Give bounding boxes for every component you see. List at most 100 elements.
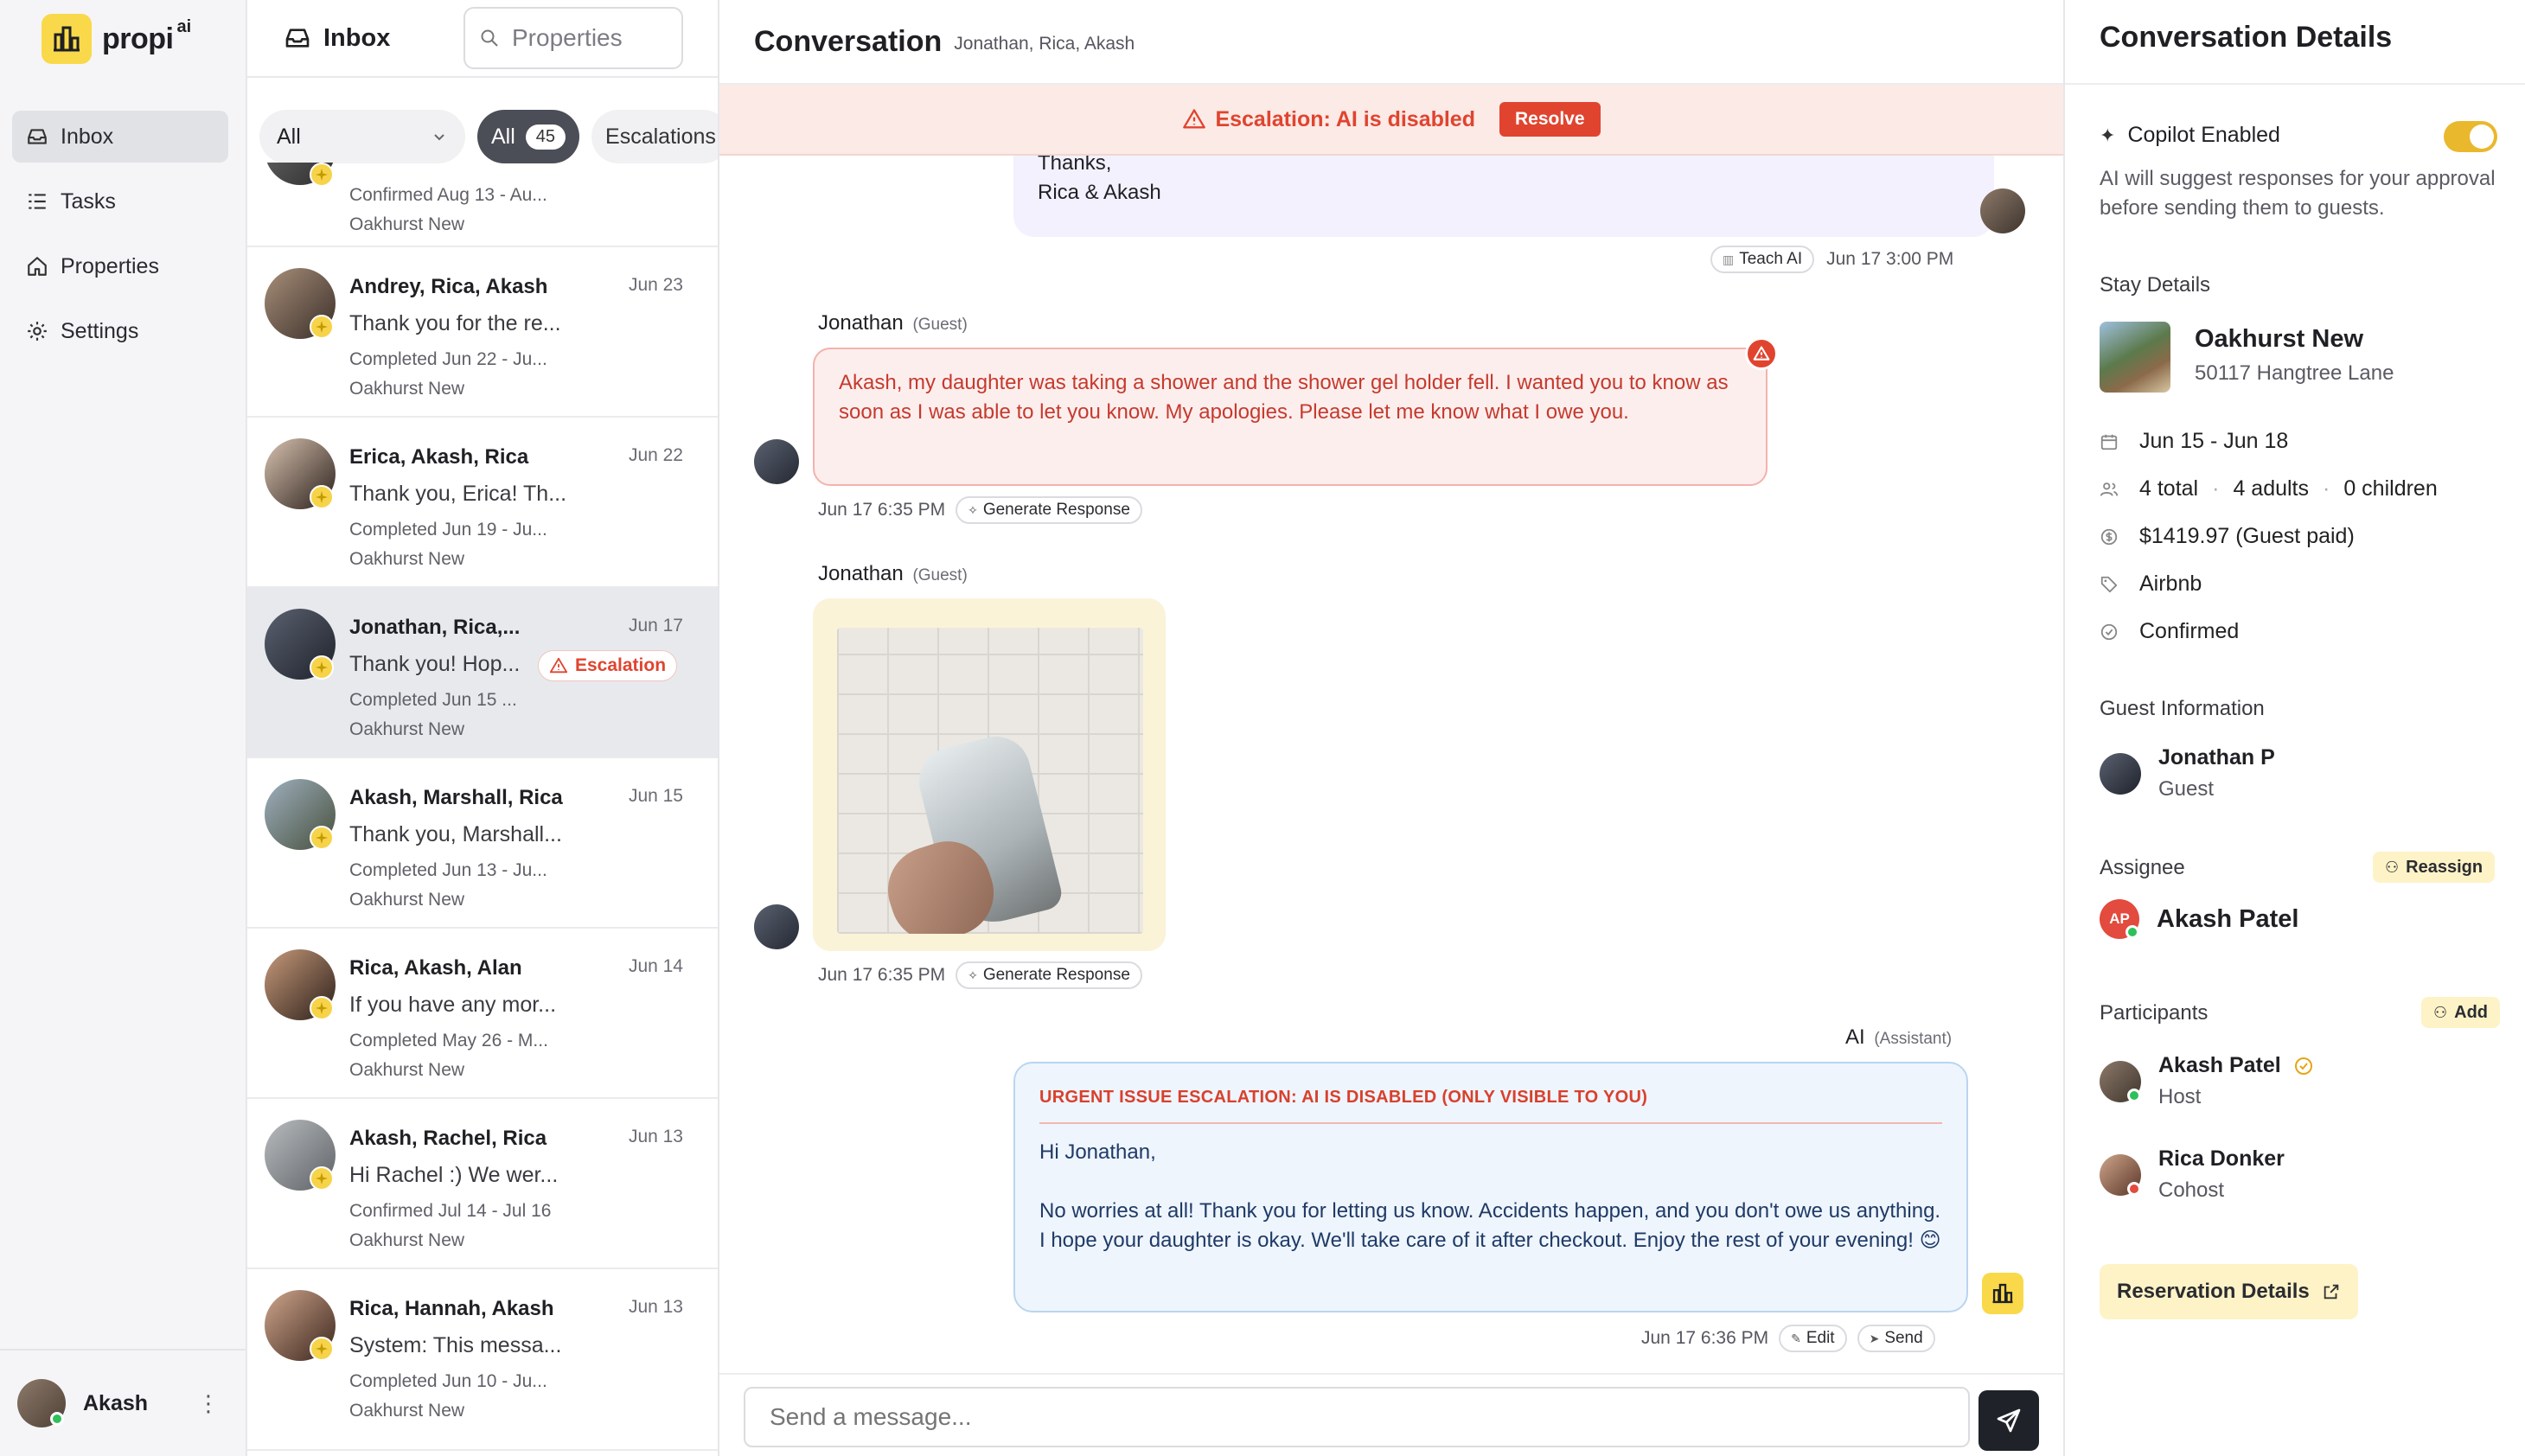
message-meta: Jun 17 6:35 PM ✧ Generate Response: [818, 961, 1142, 989]
filter-chip-escalations[interactable]: Escalations: [591, 110, 718, 163]
send-draft-button[interactable]: ➤ Send: [1857, 1325, 1935, 1352]
guest-children: 0 children: [2343, 476, 2438, 501]
avatar: [1980, 188, 2025, 233]
row-property: Oakhurst New: [349, 1401, 465, 1421]
row-property: Oakhurst New: [349, 214, 465, 234]
section-assignee: Assignee: [2100, 856, 2185, 879]
conversation-row[interactable]: Erica, Akash, Rica Jun 22 Thank you, Eri…: [247, 418, 718, 588]
conversation-participants: Jonathan, Rica, Akash: [954, 34, 1135, 54]
copilot-toggle[interactable]: [2444, 121, 2497, 152]
conversation-row[interactable]: Rica, Hannah, Akash Jun 13 System: This …: [247, 1269, 718, 1451]
ai-greeting: Hi Jonathan,: [1039, 1140, 1156, 1164]
property-search-input[interactable]: Properties: [463, 7, 683, 69]
stay-dates-value: Jun 15 - Jun 18: [2139, 429, 2289, 453]
copilot-badge-icon: [310, 315, 334, 339]
generate-response-button[interactable]: ✧ Generate Response: [956, 496, 1142, 524]
row-snippet: System: This messa...: [349, 1333, 562, 1357]
escalation-notice: URGENT ISSUE ESCALATION: AI IS DISABLED …: [1039, 1082, 1942, 1124]
conversation-list: Inbox Properties All All 45 Escalations …: [247, 0, 719, 1456]
row-stay: Completed Jun 22 - Ju...: [349, 349, 547, 369]
conversation-row[interactable]: Andrey, Rica, Akash Jun 23 Thank you for…: [247, 247, 718, 418]
row-date: Jun 13: [628, 1127, 683, 1146]
sidebar-item-properties[interactable]: Properties: [12, 240, 228, 292]
copilot-badge-icon: [310, 1166, 334, 1191]
row-names: Jonathan, Rica,...: [349, 616, 521, 639]
row-stay: Completed Jun 19 - Ju...: [349, 520, 547, 540]
chevron-down-icon: [434, 134, 444, 141]
conversation-row[interactable]: Akash, Marshall, Rica Jun 15 Thank you, …: [247, 758, 718, 929]
avatar: [754, 439, 799, 484]
reservation-details-button[interactable]: Reservation Details: [2100, 1264, 2358, 1319]
guest-card[interactable]: Jonathan P Guest: [2100, 745, 2275, 801]
avatar: [17, 1379, 66, 1427]
sidebar-item-inbox[interactable]: Inbox: [12, 111, 228, 163]
stay-status: Confirmed: [2100, 619, 2239, 644]
send-button[interactable]: [1978, 1390, 2039, 1451]
ai-avatar-icon: [1982, 1273, 2023, 1314]
filter-chip-all[interactable]: All 45: [477, 110, 580, 163]
message-time: Jun 17 3:00 PM: [1826, 249, 1954, 269]
assignee-name: Akash Patel: [2157, 904, 2299, 933]
conversation-row[interactable]: Rica, Akash, Alan Jun 14 If you have any…: [247, 929, 718, 1099]
sidebar-item-label: Properties: [61, 253, 159, 278]
participant-item[interactable]: Akash Patel Host: [2100, 1053, 2314, 1109]
sidebar-item-label: Inbox: [61, 124, 114, 149]
add-participant-button[interactable]: ⚇ Add: [2421, 997, 2501, 1028]
tag-icon: [2100, 576, 2118, 592]
row-property: Oakhurst New: [349, 719, 465, 739]
logo[interactable]: propi ai: [42, 12, 191, 66]
warning-icon: [1183, 109, 1206, 129]
conversation-row[interactable]: Akash, Rachel, Rica Jun 13 Hi Rachel :) …: [247, 1099, 718, 1269]
online-indicator: [2127, 1088, 2141, 1102]
message-input[interactable]: [744, 1387, 1970, 1447]
property-name: Oakhurst New: [2195, 325, 2363, 353]
copilot-badge-icon: [310, 655, 334, 680]
attachment-image[interactable]: [837, 628, 1143, 934]
assignee-avatar: AP: [2100, 899, 2139, 939]
sender-name: AI: [1845, 1025, 1865, 1049]
teach-ai-button[interactable]: ▥ Teach AI: [1710, 246, 1815, 273]
row-stay: Confirmed Aug 13 - Au...: [349, 185, 547, 205]
conversation-pane: Conversation Jonathan, Rica, Akash Thank…: [719, 0, 2063, 1456]
avatar: [2100, 1153, 2141, 1196]
sparkle-icon: ✧: [968, 502, 978, 517]
sparkle-icon: ✦: [2100, 124, 2116, 146]
sidebar-item-settings[interactable]: Settings: [12, 305, 228, 357]
row-snippet: Hi Rachel :) We wer...: [349, 1163, 559, 1187]
message-meta: Jun 17 6:36 PM ✎ Edit ➤ Send: [1641, 1325, 1935, 1352]
participant-role: Cohost: [2158, 1178, 2225, 1202]
online-indicator: [50, 1412, 64, 1426]
conversation-row-selected[interactable]: Jonathan, Rica,... Jun 17 Thank you! Hop…: [247, 588, 718, 758]
sidebar-item-tasks[interactable]: Tasks: [12, 176, 228, 227]
guest-total: 4 total: [2139, 476, 2199, 501]
message-sender: AI (Assistant): [1845, 1025, 1952, 1050]
filter-select[interactable]: All: [259, 110, 465, 163]
generate-response-label: Generate Response: [982, 966, 1130, 984]
current-user[interactable]: Akash ⋮: [0, 1349, 246, 1456]
row-names: Akash, Rachel, Rica: [349, 1127, 547, 1150]
edit-button[interactable]: ✎ Edit: [1779, 1325, 1847, 1352]
chip-count: 45: [525, 124, 566, 150]
stay-guests: 4 total · 4 adults · 0 children: [2100, 476, 2438, 501]
message-sender: Jonathan (Guest): [818, 562, 968, 586]
message-sender: Jonathan (Guest): [818, 311, 968, 335]
edit-label: Edit: [1806, 1329, 1835, 1347]
logo-sup: ai: [176, 16, 192, 36]
reassign-button[interactable]: ⚇ Reassign: [2373, 852, 2496, 883]
message-time: Jun 17 6:36 PM: [1641, 1328, 1769, 1348]
more-vertical-icon[interactable]: ⋮: [197, 1390, 220, 1417]
dollar-icon: [2100, 528, 2118, 545]
row-stay: Completed Jun 10 - Ju...: [349, 1371, 547, 1391]
filter-bar: All All 45 Escalations: [259, 109, 718, 164]
copilot-badge-icon: [310, 1337, 334, 1361]
ai-body: No worries at all! Thank you for letting…: [1039, 1199, 1941, 1252]
conversation-row[interactable]: Confirmed Aug 13 - Au... Oakhurst New: [247, 163, 718, 247]
details-title: Conversation Details: [2100, 21, 2393, 54]
resolve-button[interactable]: Resolve: [1499, 102, 1601, 137]
section-participants: Participants: [2100, 1001, 2209, 1025]
participant-item[interactable]: Rica Donker Cohost: [2100, 1146, 2285, 1203]
generate-response-button[interactable]: ✧ Generate Response: [956, 961, 1142, 989]
ai-message-bubble: URGENT ISSUE ESCALATION: AI IS DISABLED …: [1013, 1062, 1968, 1312]
external-link-icon: [2324, 1284, 2339, 1300]
details-panel: Conversation Details ✦ Copilot Enabled A…: [2063, 0, 2525, 1456]
